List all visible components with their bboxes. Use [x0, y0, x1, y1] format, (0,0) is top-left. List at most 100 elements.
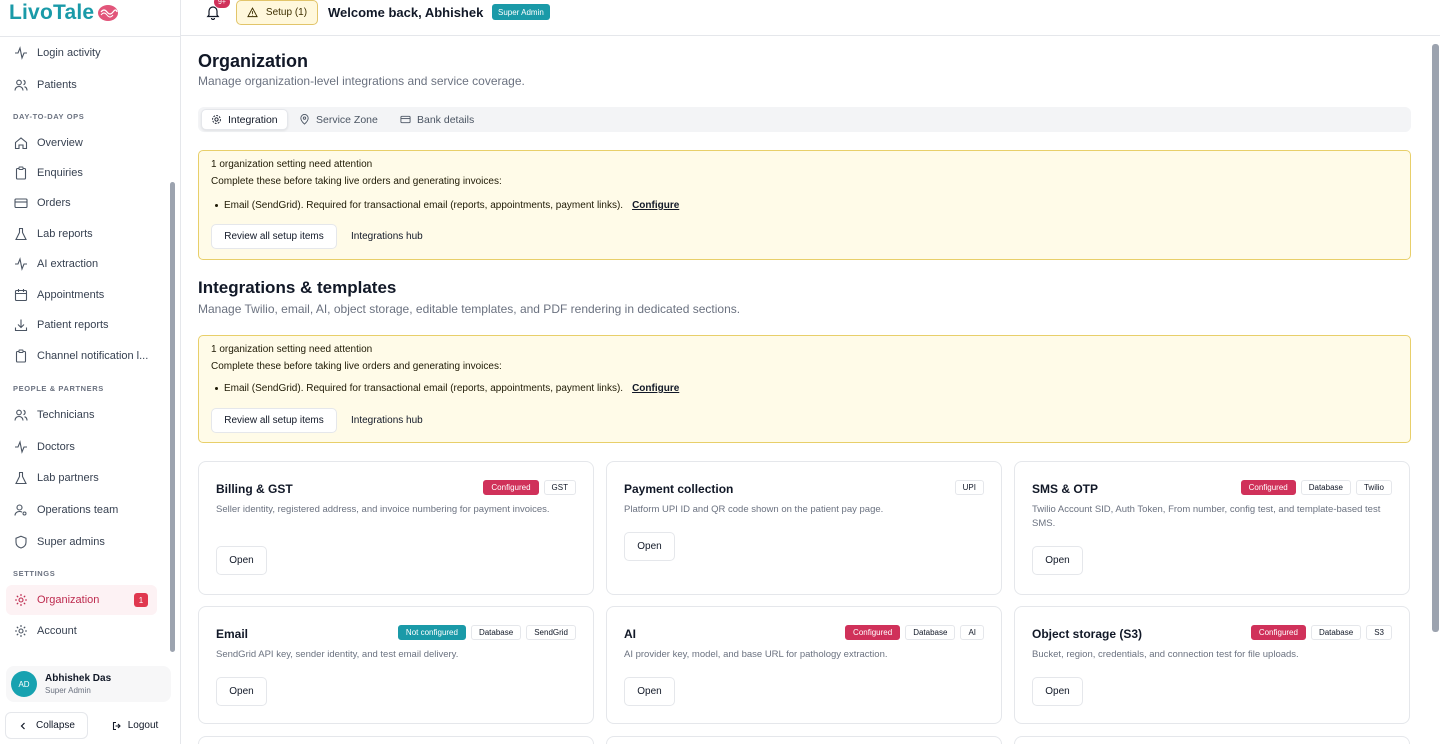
flask-icon: [15, 227, 27, 241]
download-icon: [14, 319, 28, 332]
chevron-left-icon: [20, 722, 25, 729]
open-button[interactable]: Open: [624, 677, 675, 706]
sidebar-item-label: Technicians: [37, 409, 95, 421]
sidebar-item-label: Doctors: [37, 441, 75, 453]
integration-card-email: Email Not configured Database SendGrid S…: [198, 606, 594, 724]
integration-card-payment: Payment collection UPI Platform UPI ID a…: [606, 461, 1002, 595]
sidebar-item-lab-partners[interactable]: Lab partners: [6, 463, 157, 493]
status-badge: Configured: [1250, 625, 1306, 640]
review-setup-button[interactable]: Review all setup items: [211, 408, 337, 433]
sidebar-item-technicians[interactable]: Technicians: [6, 400, 157, 430]
sidebar-item-overview[interactable]: Overview: [6, 128, 157, 158]
sidebar-item-label: Appointments: [37, 289, 105, 301]
logout-button[interactable]: Logout: [100, 712, 170, 739]
calendar-icon: [14, 289, 28, 302]
tab-integration[interactable]: Integration: [201, 109, 288, 130]
notification-count-badge: 9+: [214, 0, 230, 8]
tab-label: Bank details: [417, 113, 475, 126]
card-tags: UPI: [954, 480, 984, 495]
tag-badge: SendGrid: [526, 625, 576, 640]
sidebar-item-label: Super admins: [37, 536, 105, 548]
setup-label: Setup (1): [265, 7, 308, 18]
tag-badge: Database: [1310, 625, 1362, 640]
tag-badge: Database: [470, 625, 522, 640]
card-tags: Configured GST: [483, 480, 576, 495]
open-button[interactable]: Open: [1032, 546, 1083, 575]
tab-label: Integration: [228, 113, 278, 126]
sidebar-item-appointments[interactable]: Appointments: [6, 280, 157, 310]
integration-card-sms: SMS & OTP Configured Database Twilio Twi…: [1014, 461, 1410, 595]
sidebar-item-label: Login activity: [37, 47, 101, 59]
card-description: Platform UPI ID and QR code shown on the…: [624, 504, 884, 515]
sidebar-item-ai-extraction[interactable]: AI extraction: [6, 249, 157, 279]
integration-card-partial: [198, 736, 594, 744]
user-name: Abhishek Das: [45, 673, 112, 684]
sidebar-item-account[interactable]: Account: [6, 616, 157, 646]
collapse-button[interactable]: Collapse: [5, 712, 88, 739]
sidebar-item-lab-reports[interactable]: Lab reports: [6, 219, 157, 249]
sidebar-item-patients[interactable]: Patients: [6, 70, 157, 100]
open-button[interactable]: Open: [216, 677, 267, 706]
sidebar-item-super-admins[interactable]: Super admins: [6, 527, 157, 557]
activity-icon: [15, 440, 27, 454]
open-button[interactable]: Open: [216, 546, 267, 575]
sidebar-item-label: Lab partners: [37, 472, 99, 484]
integration-card-partial: [606, 736, 1002, 744]
alert-title: 1 organization setting need attention: [211, 159, 373, 170]
tab-bank-details[interactable]: Bank details: [391, 109, 483, 130]
bullet: [215, 387, 218, 390]
main-scrollbar[interactable]: [1432, 44, 1439, 632]
integrations-hub-link[interactable]: Integrations hub: [351, 408, 423, 433]
clipboard-icon: [15, 349, 27, 363]
logo[interactable]: LivoTale: [9, 0, 119, 26]
tag-badge: AI: [960, 625, 984, 640]
bullet: [215, 204, 218, 207]
warning-icon: [247, 7, 258, 18]
sidebar-item-label: Overview: [37, 137, 83, 149]
user-card[interactable]: AD Abhishek Das Super Admin: [6, 666, 171, 702]
page-title: Organization: [198, 51, 309, 71]
status-badge: Configured: [845, 625, 901, 640]
review-setup-button[interactable]: Review all setup items: [211, 224, 337, 249]
open-button[interactable]: Open: [1032, 677, 1083, 706]
integrations-hub-link[interactable]: Integrations hub: [351, 224, 423, 249]
sidebar-item-orders[interactable]: Orders: [6, 188, 157, 218]
tab-service-zone[interactable]: Service Zone: [290, 109, 387, 130]
gear-icon: [212, 115, 221, 124]
clipboard-icon: [15, 166, 27, 180]
card-title: Billing & GST: [216, 482, 293, 496]
card-tags: Configured Database Twilio: [1240, 480, 1392, 495]
nav-section-ops: DAY-TO-DAY OPS: [13, 112, 85, 121]
setup-alert: 1 organization setting need attention Co…: [198, 335, 1411, 443]
integration-card-billing: Billing & GST Configured GST Seller iden…: [198, 461, 594, 595]
sidebar-item-label: Enquiries: [37, 167, 83, 179]
alert-description: Complete these before taking live orders…: [211, 361, 502, 372]
alert-item-text: Email (SendGrid). Required for transacti…: [224, 200, 624, 211]
sidebar: LivoTale Login activity Patients DAY-TO-…: [0, 0, 181, 744]
alert-item: Email (SendGrid). Required for transacti…: [215, 200, 679, 211]
users-icon: [14, 409, 28, 421]
sidebar-item-organization[interactable]: Organization 1: [6, 585, 157, 615]
sidebar-scrollbar[interactable]: [170, 182, 175, 652]
tag-badge: Database: [905, 625, 956, 640]
card-icon: [14, 198, 28, 209]
configure-link[interactable]: Configure: [632, 200, 679, 211]
configure-link[interactable]: Configure: [632, 383, 679, 394]
sidebar-item-channel-notification[interactable]: Channel notification l...: [6, 341, 157, 371]
setup-button[interactable]: Setup (1): [236, 0, 318, 25]
sidebar-item-patient-reports[interactable]: Patient reports: [6, 310, 157, 340]
sidebar-item-enquiries[interactable]: Enquiries: [6, 158, 157, 188]
section-title: Integrations & templates: [198, 278, 397, 297]
sidebar-item-login-activity[interactable]: Login activity: [6, 38, 157, 68]
setup-alert: 1 organization setting need attention Co…: [198, 150, 1411, 260]
tag-badge: S3: [1366, 625, 1392, 640]
avatar: AD: [11, 671, 37, 697]
integration-card-ai: AI Configured Database AI AI provider ke…: [606, 606, 1002, 724]
card-description: SendGrid API key, sender identity, and t…: [216, 649, 459, 660]
sidebar-item-doctors[interactable]: Doctors: [6, 432, 157, 462]
open-button[interactable]: Open: [624, 532, 675, 561]
card-title: Payment collection: [624, 482, 734, 496]
sidebar-item-operations-team[interactable]: Operations team: [6, 495, 157, 525]
activity-icon: [15, 257, 27, 271]
card-title: AI: [624, 627, 636, 641]
